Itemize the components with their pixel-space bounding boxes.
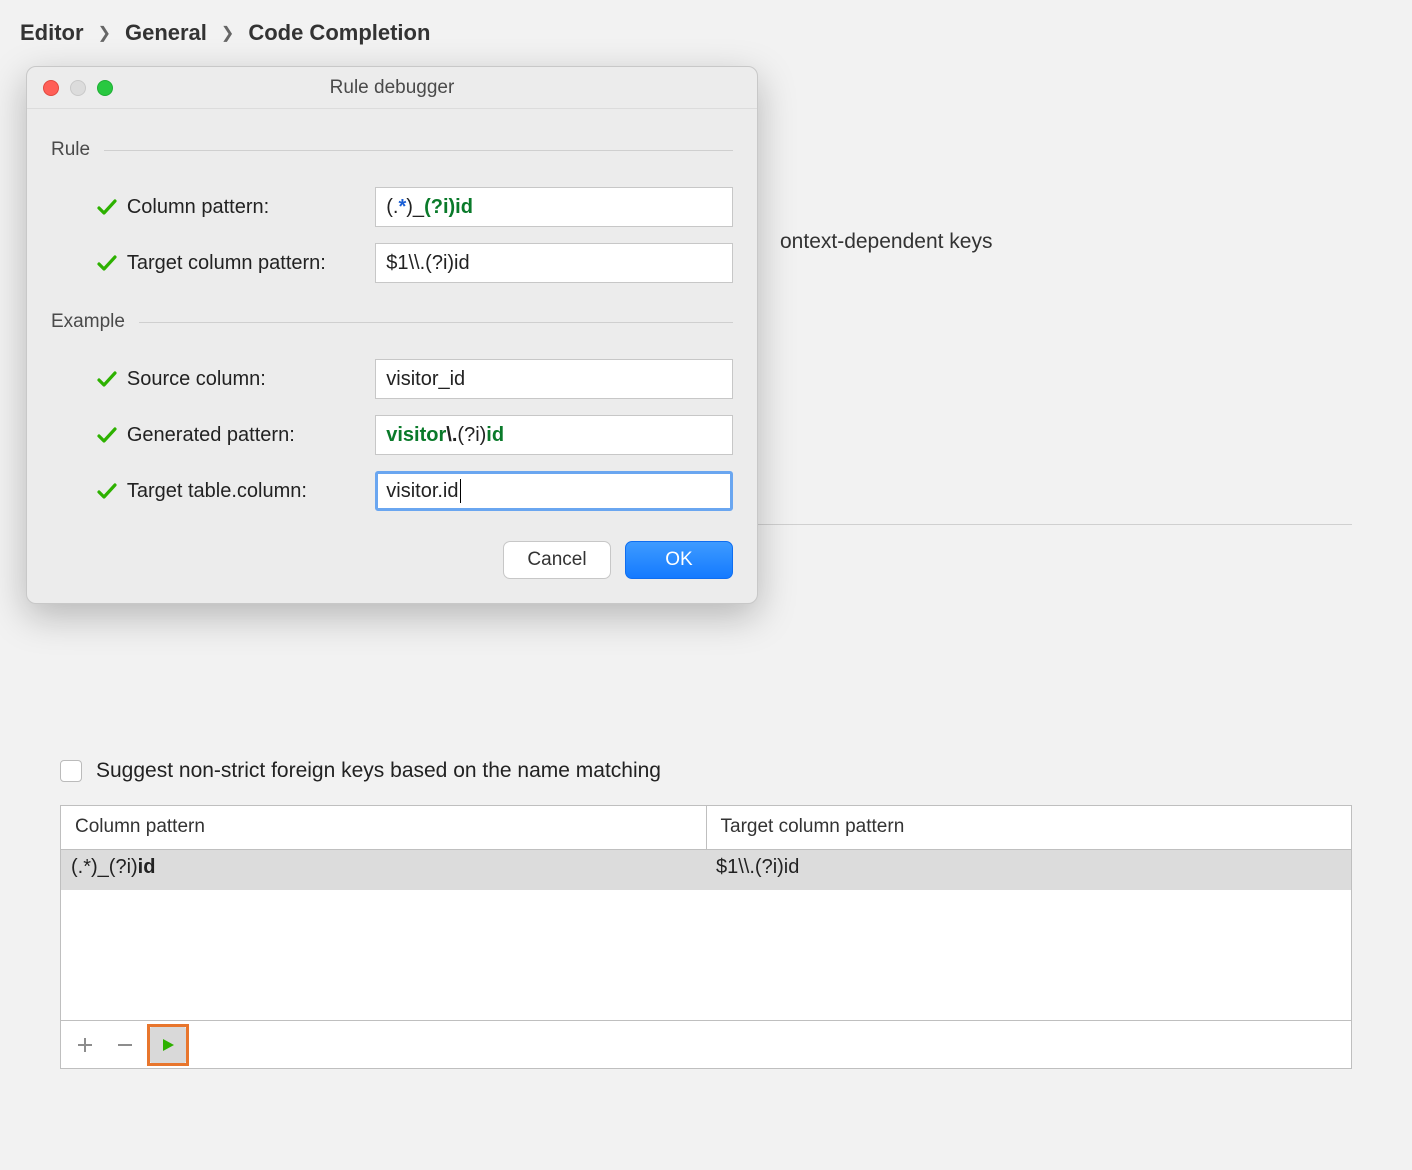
cancel-button[interactable]: Cancel xyxy=(503,541,611,579)
check-icon xyxy=(97,369,119,389)
window-close-icon[interactable] xyxy=(43,80,59,96)
check-icon xyxy=(97,481,119,501)
highlighted-button xyxy=(147,1024,189,1066)
col-header-column-pattern[interactable]: Column pattern xyxy=(61,806,707,849)
check-icon xyxy=(97,197,119,217)
checkbox-row-suggest[interactable]: Suggest non-strict foreign keys based on… xyxy=(60,759,1352,783)
section-header-example: Example xyxy=(51,311,733,333)
cell-text: id xyxy=(138,856,156,878)
input-generated-pattern[interactable]: visitor\.(?i)id xyxy=(375,415,733,455)
input-source-column[interactable]: visitor_id xyxy=(375,359,733,399)
col-header-target-pattern[interactable]: Target column pattern xyxy=(707,806,1352,849)
dialog-title: Rule debugger xyxy=(27,77,757,99)
label-target-pattern: Target column pattern: xyxy=(127,252,375,275)
chevron-right-icon: ❯ xyxy=(98,23,111,43)
crumb-general[interactable]: General xyxy=(125,20,207,46)
label-generated-pattern: Generated pattern: xyxy=(127,424,375,447)
rule-debugger-dialog: Rule debugger Rule Column pattern: (.*)_… xyxy=(26,66,758,604)
chevron-right-icon: ❯ xyxy=(221,23,234,43)
pattern-table: Column pattern Target column pattern (.*… xyxy=(60,805,1352,1069)
check-icon xyxy=(97,253,119,273)
crumb-editor[interactable]: Editor xyxy=(20,20,84,46)
window-zoom-icon[interactable] xyxy=(97,80,113,96)
checkbox[interactable] xyxy=(60,760,82,782)
label-source-column: Source column: xyxy=(127,368,375,391)
table-row[interactable]: (.*)_(?i)id $1\\.(?i)id xyxy=(61,850,1351,890)
bg-text-fragment: ontext-dependent keys xyxy=(780,230,1352,254)
table-empty-area xyxy=(61,890,1351,1020)
input-column-pattern[interactable]: (.*)_(?i)id xyxy=(375,187,733,227)
cell-text: $1\\.(?i)id xyxy=(716,856,799,878)
check-icon xyxy=(97,425,119,445)
play-button[interactable] xyxy=(150,1027,186,1063)
dialog-button-row: Cancel OK xyxy=(51,541,733,579)
label-target-table: Target table.column: xyxy=(127,480,375,503)
dialog-titlebar[interactable]: Rule debugger xyxy=(27,67,757,109)
input-target-table[interactable]: visitor.id xyxy=(375,471,733,511)
ok-button[interactable]: OK xyxy=(625,541,733,579)
section-header-rule: Rule xyxy=(51,139,733,161)
breadcrumb: Editor ❯ General ❯ Code Completion xyxy=(0,0,1412,46)
table-header: Column pattern Target column pattern xyxy=(61,806,1351,850)
checkbox-label: Suggest non-strict foreign keys based on… xyxy=(96,759,661,783)
remove-button[interactable] xyxy=(107,1027,143,1063)
add-button[interactable] xyxy=(67,1027,103,1063)
window-minimize-icon xyxy=(70,80,86,96)
cell-text: (.*)_(?i) xyxy=(71,856,138,878)
table-toolbar xyxy=(61,1020,1351,1068)
label-column-pattern: Column pattern: xyxy=(127,196,375,219)
input-target-pattern[interactable]: $1\\.(?i)id xyxy=(375,243,733,283)
crumb-code-completion[interactable]: Code Completion xyxy=(248,20,430,46)
